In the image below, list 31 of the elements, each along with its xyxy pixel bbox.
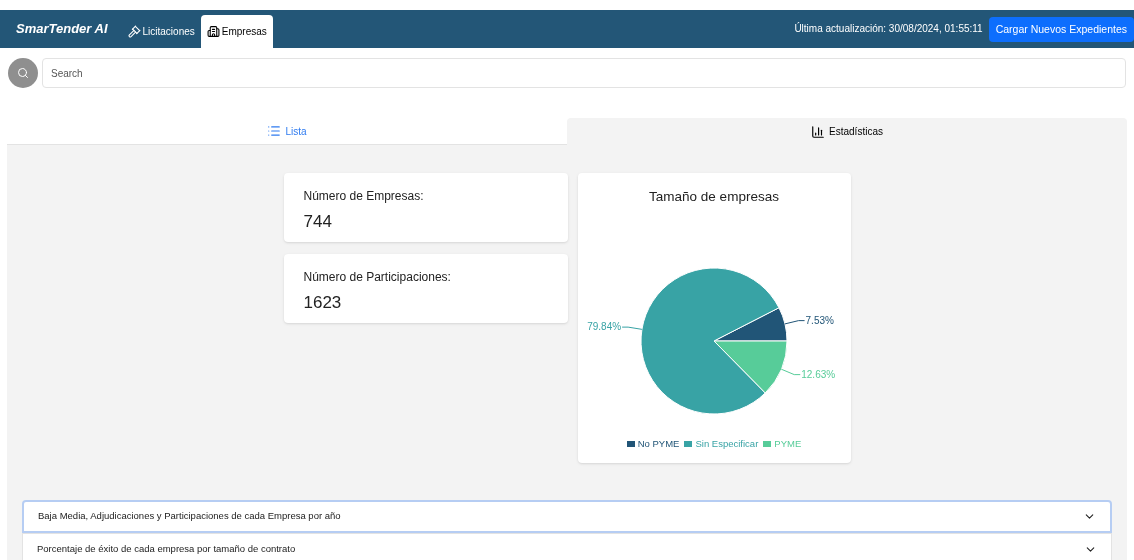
legend-swatch <box>684 441 693 448</box>
building-icon <box>206 25 220 38</box>
load-button[interactable]: Cargar Nuevos Expedientes <box>988 17 1134 42</box>
last-update-text: Última actualización: 30/08/2024, 01:55:11 <box>794 21 983 36</box>
accordion-header[interactable]: Baja Media, Adjudicaciones y Participaciones de cada Empresa por año <box>22 500 1112 533</box>
leader-line <box>621 326 643 331</box>
accordion-header[interactable]: Porcentaje de éxito de cada empresa por tamaño de contrato <box>22 533 1112 560</box>
bar-chart-icon <box>811 124 826 139</box>
search-field[interactable]: Search <box>42 58 1126 88</box>
search-icon[interactable] <box>8 58 38 88</box>
brand-logo: SmarTender AI <box>16 19 108 38</box>
data-label: 7.53% <box>805 314 834 326</box>
stat-label: Número de Participaciones: <box>303 269 452 286</box>
legend-label: Sin Especificar <box>695 437 759 452</box>
legend-label: No PYME <box>637 437 680 452</box>
chart-title: Tamaño de empresas <box>649 188 779 206</box>
stat-value: 1623 <box>303 292 343 314</box>
stat-label: Número de Empresas: <box>303 188 425 205</box>
legend-label: PYME <box>774 437 802 452</box>
legend-swatch <box>763 441 772 448</box>
data-label: 12.63% <box>801 368 836 380</box>
nav-tab[interactable]: Licitaciones <box>121 15 201 48</box>
nav-tab[interactable]: Empresas <box>200 15 273 48</box>
gavel-icon <box>127 25 141 38</box>
view-tab[interactable]: Estadísticas <box>567 118 1127 145</box>
list-icon <box>267 124 282 138</box>
stat-value: 744 <box>303 211 333 233</box>
data-label: 79.84% <box>587 321 622 333</box>
leader-line <box>784 320 806 325</box>
legend-swatch <box>626 441 635 448</box>
leader-line <box>780 368 801 376</box>
